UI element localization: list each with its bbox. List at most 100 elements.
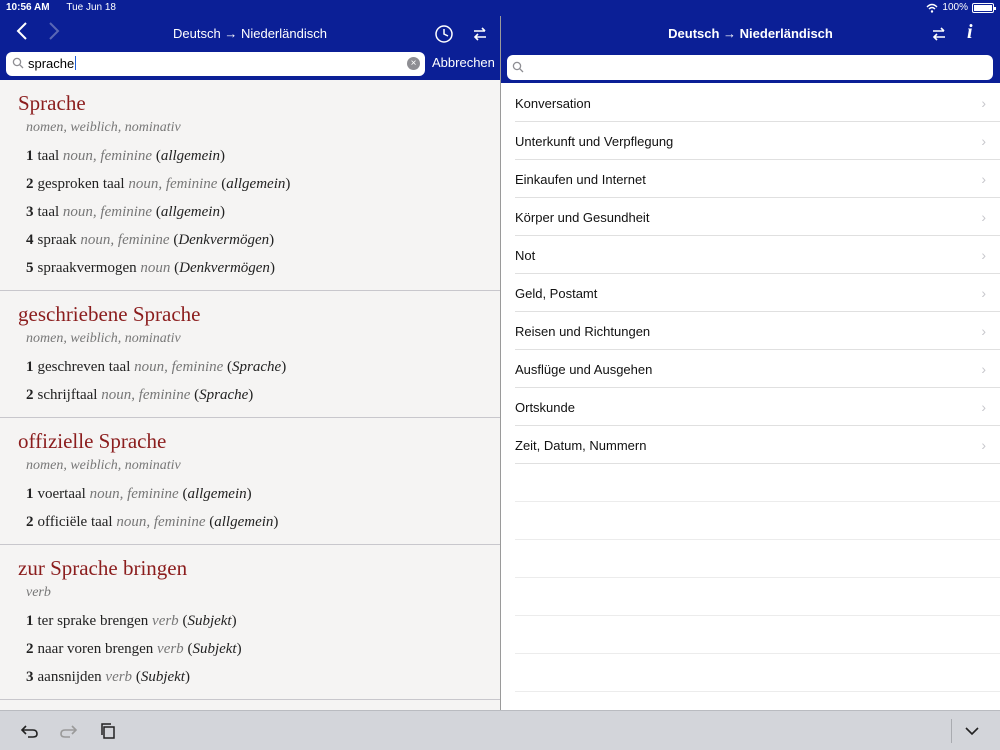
sense-domain: Subjekt bbox=[192, 641, 237, 657]
result-entry[interactable]: offizielle Sprache nomen, weiblich, nomin… bbox=[0, 418, 500, 545]
empty-row bbox=[515, 502, 1000, 540]
sense-translation: ter sprake brengen bbox=[37, 613, 149, 629]
results-pane: Deutsch → Niederländisch sprache × Abbre… bbox=[0, 16, 500, 710]
category-label: Not bbox=[515, 248, 536, 263]
search-icon bbox=[12, 57, 24, 69]
sense-row[interactable]: 1 geschreven taal noun, feminine (Sprache… bbox=[26, 353, 500, 381]
category-item[interactable]: Einkaufen und Internet › bbox=[515, 160, 1000, 198]
sense-number: 1 bbox=[26, 486, 34, 502]
info-icon[interactable]: i bbox=[967, 21, 973, 44]
category-item[interactable]: Ortskunde › bbox=[515, 388, 1000, 426]
paste-button[interactable] bbox=[98, 721, 118, 741]
swap-direction-button-right[interactable] bbox=[929, 24, 949, 44]
category-item[interactable]: Zeit, Datum, Nummern › bbox=[515, 426, 1000, 464]
hide-keyboard-button[interactable] bbox=[962, 721, 982, 741]
sense-row[interactable]: 1 taal noun, feminine (allgemein) bbox=[26, 142, 500, 170]
category-label: Ausflüge und Ausgehen bbox=[515, 362, 653, 377]
category-label: Zeit, Datum, Nummern bbox=[515, 438, 647, 453]
category-list: Konversation › Unterkunft und Verpflegung ›… bbox=[515, 84, 1000, 692]
sense-domain: Sprache bbox=[199, 387, 249, 403]
clear-search-button[interactable]: × bbox=[407, 57, 420, 70]
result-entry[interactable]: Sprache nomen, weiblich, nominativ 1 taal n… bbox=[0, 80, 500, 291]
category-item[interactable]: Körper und Gesundheit › bbox=[515, 198, 1000, 236]
sense-pos: noun, feminine bbox=[101, 387, 191, 403]
sense-row[interactable]: 5 spraakvermogen noun (Denkvermögen) bbox=[26, 254, 500, 282]
search-value: sprache bbox=[28, 56, 75, 71]
chevron-right-icon: › bbox=[981, 171, 986, 187]
wifi-icon bbox=[926, 3, 938, 13]
entry-grammar: nomen, weiblich, nominativ bbox=[26, 331, 181, 346]
chevron-right-icon: › bbox=[981, 399, 986, 415]
category-item[interactable]: Geld, Postamt › bbox=[515, 274, 1000, 312]
result-entry[interactable]: geschriebene Sprache nomen, weiblich, nom… bbox=[0, 291, 500, 418]
entry-headword[interactable]: offizielle Sprache bbox=[18, 428, 500, 454]
result-entry[interactable]: zur Sprache bringen verb 1 ter sprake breng… bbox=[0, 545, 500, 700]
result-entry[interactable]: Sprachengrenze bbox=[0, 700, 500, 710]
empty-row bbox=[515, 616, 1000, 654]
cancel-button[interactable]: Abbrechen bbox=[432, 55, 495, 70]
history-button[interactable] bbox=[434, 24, 454, 44]
sense-row[interactable]: 2 officiële taal noun, feminine (allgemei… bbox=[26, 508, 500, 536]
category-item[interactable]: Not › bbox=[515, 236, 1000, 274]
swap-direction-button[interactable] bbox=[470, 24, 490, 44]
sense-row[interactable]: 1 ter sprake brengen verb (Subjekt) bbox=[26, 607, 500, 635]
category-item[interactable]: Unterkunft und Verpflegung › bbox=[515, 122, 1000, 160]
sense-number: 1 bbox=[26, 613, 34, 629]
undo-button[interactable] bbox=[20, 721, 40, 741]
undo-icon bbox=[20, 725, 38, 738]
sense-domain: Denkvermögen bbox=[178, 232, 270, 248]
category-item[interactable]: Ausflüge und Ausgehen › bbox=[515, 350, 1000, 388]
clock-icon bbox=[435, 25, 453, 43]
sense-pos: noun, feminine bbox=[80, 232, 170, 248]
battery-percent: 100% bbox=[942, 2, 968, 13]
swap-direction-icon bbox=[473, 27, 486, 41]
sense-pos: noun, feminine bbox=[128, 176, 218, 192]
entry-grammar: nomen, weiblich, nominativ bbox=[26, 120, 181, 135]
entry-headword[interactable]: geschriebene Sprache bbox=[18, 301, 500, 327]
status-time: 10:56 AM bbox=[6, 2, 50, 13]
toolbar-separator bbox=[951, 719, 952, 743]
sense-row[interactable]: 1 voertaal noun, feminine (allgemein) bbox=[26, 480, 500, 508]
category-label: Konversation bbox=[515, 96, 591, 111]
sense-domain: allgemein bbox=[187, 486, 247, 502]
sense-domain: allgemein bbox=[214, 514, 274, 530]
sense-pos: verb bbox=[152, 613, 179, 629]
sense-domain: Subjekt bbox=[140, 669, 185, 685]
chevron-right-icon: › bbox=[981, 247, 986, 263]
sense-number: 2 bbox=[26, 176, 34, 192]
sense-row[interactable]: 3 taal noun, feminine (allgemein) bbox=[26, 198, 500, 226]
phrasebook-header: Deutsch → Niederländisch i bbox=[501, 16, 1000, 83]
sense-pos: verb bbox=[157, 641, 184, 657]
sense-row[interactable]: 2 naar voren brengen verb (Subjekt) bbox=[26, 635, 500, 663]
phrasebook-title: Deutsch → Niederländisch bbox=[668, 26, 833, 41]
sense-number: 1 bbox=[26, 148, 34, 164]
chevron-right-icon: › bbox=[981, 361, 986, 377]
redo-button[interactable] bbox=[58, 721, 78, 741]
category-label: Ortskunde bbox=[515, 400, 575, 415]
sense-number: 1 bbox=[26, 359, 34, 375]
category-item[interactable]: Konversation › bbox=[515, 84, 1000, 122]
sense-number: 5 bbox=[26, 260, 34, 276]
phrasebook-search-input[interactable] bbox=[507, 55, 993, 80]
sense-row[interactable]: 3 aansnijden verb (Subjekt) bbox=[26, 663, 500, 691]
redo-icon bbox=[60, 725, 78, 738]
status-date: Tue Jun 18 bbox=[66, 2, 116, 13]
sense-row[interactable]: 4 spraak noun, feminine (Denkvermögen) bbox=[26, 226, 500, 254]
phrasebook-pane: Deutsch → Niederländisch i Konversation ›… bbox=[501, 16, 1000, 710]
entry-headword[interactable]: zur Sprache bringen bbox=[18, 555, 500, 581]
results-header: Deutsch → Niederländisch sprache × Abbre… bbox=[0, 16, 500, 80]
results-list[interactable]: Sprache nomen, weiblich, nominativ 1 taal n… bbox=[0, 80, 500, 710]
category-item[interactable]: Reisen und Richtungen › bbox=[515, 312, 1000, 350]
search-input[interactable]: sprache × bbox=[6, 52, 425, 76]
entry-headword[interactable]: Sprache bbox=[18, 90, 500, 116]
sense-row[interactable]: 2 schrijftaal noun, feminine (Sprache) bbox=[26, 381, 500, 409]
sense-row[interactable]: 2 gesproken taal noun, feminine (allgemei… bbox=[26, 170, 500, 198]
chevron-right-icon: › bbox=[981, 95, 986, 111]
sense-translation: spraak bbox=[37, 232, 77, 248]
sense-pos: noun, feminine bbox=[134, 359, 224, 375]
sense-domain: allgemein bbox=[160, 204, 220, 220]
sense-domain: allgemein bbox=[226, 176, 286, 192]
sense-number: 2 bbox=[26, 641, 34, 657]
sense-translation: spraakvermogen bbox=[37, 260, 137, 276]
sense-domain: Sprache bbox=[232, 359, 282, 375]
